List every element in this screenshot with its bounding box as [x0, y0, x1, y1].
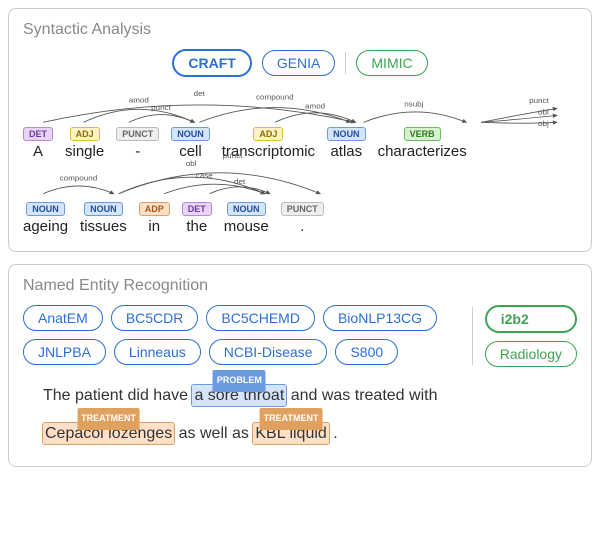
dependency-diagram: det amod punct compound amod nsubj punct…: [23, 91, 577, 239]
dataset-pill[interactable]: JNLPBA: [23, 339, 106, 365]
dependency-line-2: NOUN ageing NOUN tissues ADP in DET the NOUN…: [23, 202, 577, 235]
svg-text:punct: punct: [529, 97, 550, 105]
token-word: cell: [179, 143, 202, 160]
svg-text:det: det: [194, 90, 206, 98]
token: NOUN cell: [171, 127, 210, 160]
token: ADJ single: [65, 127, 104, 160]
svg-text:amod: amod: [129, 96, 149, 104]
svg-text:det: det: [234, 178, 246, 186]
token-word: tissues: [80, 218, 127, 235]
dataset-pill-i2b2[interactable]: i2b2: [485, 305, 577, 333]
ner-panel: Named Entity Recognition AnatEM BC5CDR B…: [8, 264, 592, 467]
dataset-pill[interactable]: BC5CDR: [111, 305, 199, 331]
pos-tag: NOUN: [26, 202, 65, 216]
dependency-line-1: DET A ADJ single PUNCT - NOUN cell ADJ transc…: [23, 127, 577, 160]
token-word: .: [300, 218, 304, 235]
token: DET A: [23, 127, 53, 160]
dataset-pill-radiology[interactable]: Radiology: [485, 341, 577, 367]
ner-divider: [472, 307, 473, 365]
token: PUNCT.: [281, 202, 324, 235]
syntactic-corpora-row: CRAFT GENIA MIMIC: [23, 49, 577, 77]
corpus-pill-craft[interactable]: CRAFT: [172, 49, 251, 77]
ner-text-fragment: and was treated with: [286, 387, 437, 404]
token-word: in: [148, 218, 160, 235]
token-word: mouse: [224, 218, 269, 235]
ner-text-fragment: as well as: [174, 425, 253, 442]
pos-tag: NOUN: [84, 202, 123, 216]
pos-tag: VERB: [404, 127, 441, 141]
ner-datasets-row: AnatEM BC5CDR BC5CHEMD BioNLP13CG JNLPBA…: [23, 305, 577, 367]
dataset-pill[interactable]: Linneaus: [114, 339, 201, 365]
corpus-pill-mimic[interactable]: MIMIC: [356, 50, 427, 76]
token: NOUN ageing: [23, 202, 68, 235]
token-word: atlas: [330, 143, 362, 160]
syntactic-analysis-panel: Syntactic Analysis CRAFT GENIA MIMIC det…: [8, 8, 592, 252]
pos-tag: DET: [182, 202, 212, 216]
pos-tag: NOUN: [327, 127, 366, 141]
token-word: ageing: [23, 218, 68, 235]
dataset-pill[interactable]: BioNLP13CG: [323, 305, 437, 331]
token: PUNCT -: [116, 127, 159, 160]
corpora-divider: [345, 52, 346, 74]
token: NOUN atlas: [327, 127, 366, 160]
token: NOUN tissues: [80, 202, 127, 235]
pos-tag: DET: [23, 127, 53, 141]
dataset-pill[interactable]: AnatEM: [23, 305, 103, 331]
token-word: single: [65, 143, 104, 160]
ner-entity-label: PROBLEM: [213, 370, 266, 392]
token: VERB characterizes: [378, 127, 467, 160]
pos-tag: ADJ: [70, 127, 100, 141]
svg-text:compound: compound: [256, 93, 294, 101]
ner-entity-label: TREATMENT: [260, 408, 323, 430]
pos-tag: NOUN: [227, 202, 266, 216]
token-word: -: [135, 143, 140, 160]
dataset-pill[interactable]: NCBI-Disease: [209, 339, 328, 365]
token-word: A: [33, 143, 43, 160]
token: ADP in: [139, 202, 170, 235]
pos-tag: ADP: [139, 202, 170, 216]
ner-text-fragment: .: [329, 425, 338, 442]
corpus-pill-genia[interactable]: GENIA: [262, 50, 336, 76]
svg-text:obl: obl: [186, 159, 197, 167]
token-word: characterizes: [378, 143, 467, 160]
svg-text:case: case: [196, 172, 213, 180]
token: DET the: [182, 202, 212, 235]
ner-title: Named Entity Recognition: [23, 277, 577, 295]
token: NOUN mouse: [224, 202, 269, 235]
ner-entity-treatment: TREATMENTKBL liquid: [253, 423, 328, 444]
ner-entity-treatment: TREATMENTCepacol lozenges: [43, 423, 174, 444]
pos-tag: PUNCT: [281, 202, 324, 216]
dataset-pill[interactable]: BC5CHEMD: [206, 305, 315, 331]
svg-text:amod: amod: [305, 102, 325, 110]
token: ADJ transcriptomic: [222, 127, 315, 160]
token-word: transcriptomic: [222, 143, 315, 160]
svg-text:nsubj: nsubj: [404, 100, 424, 108]
ner-entity-label: TREATMENT: [77, 408, 140, 430]
pos-tag: ADJ: [253, 127, 283, 141]
svg-text:compound: compound: [60, 174, 98, 182]
svg-text:obl: obl: [538, 108, 549, 116]
ner-entity-problem: PROBLEMa sore throat: [192, 385, 286, 406]
pos-tag: PUNCT: [116, 127, 159, 141]
dataset-pill[interactable]: S800: [335, 339, 398, 365]
svg-text:punct: punct: [151, 104, 172, 112]
token-word: the: [186, 218, 207, 235]
ner-datasets-right: i2b2 Radiology: [485, 305, 577, 367]
pos-tag: NOUN: [171, 127, 210, 141]
ner-text-fragment: The patient did have: [43, 387, 192, 404]
ner-example-text: The patient did have PROBLEMa sore throa…: [43, 377, 577, 454]
syntactic-title: Syntactic Analysis: [23, 21, 577, 39]
ner-datasets-left: AnatEM BC5CDR BC5CHEMD BioNLP13CG JNLPBA…: [23, 305, 460, 365]
